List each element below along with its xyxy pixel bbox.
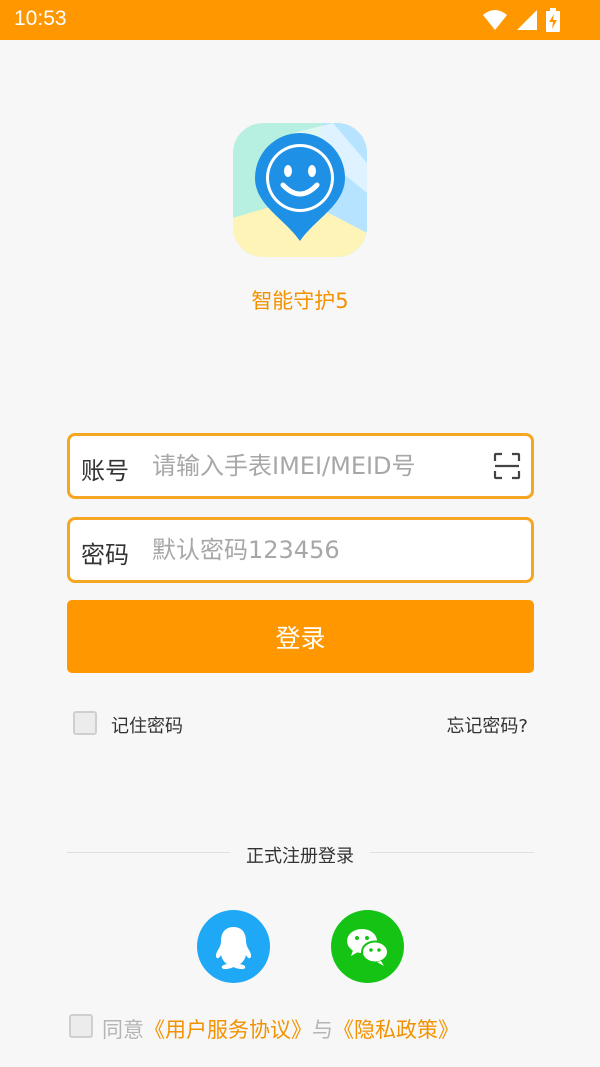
account-field[interactable]: 账号 (67, 433, 534, 499)
password-field[interactable]: 密码 (67, 517, 534, 583)
forgot-password-link[interactable]: 忘记密码? (446, 712, 528, 738)
agree-text: 同意 (102, 1018, 144, 1042)
smiley-map-pin-icon (233, 123, 367, 257)
status-icons (482, 8, 560, 32)
scan-icon[interactable] (493, 452, 521, 480)
status-time: 10:53 (14, 7, 67, 30)
cell-signal-icon (517, 10, 537, 30)
agreement-checkbox[interactable] (69, 1014, 93, 1038)
and-text: 与 (312, 1018, 333, 1042)
privacy-policy-link[interactable]: 《隐私政策》 (333, 1018, 459, 1042)
app-logo (233, 123, 367, 257)
agreement-row: 同意《用户服务协议》与《隐私政策》 (102, 1014, 459, 1044)
account-label: 账号 (81, 457, 129, 485)
login-button[interactable]: 登录 (67, 600, 534, 673)
wifi-icon (483, 10, 507, 30)
register-login-divider-text: 正式注册登录 (246, 846, 354, 867)
status-bar: 10:53 (0, 0, 600, 40)
password-input[interactable] (152, 530, 482, 570)
user-agreement-link[interactable]: 《用户服务协议》 (144, 1018, 312, 1042)
password-label: 密码 (81, 541, 129, 569)
qq-login-button[interactable] (197, 910, 270, 983)
qq-icon (215, 927, 252, 970)
battery-charging-icon (546, 8, 560, 32)
wechat-login-button[interactable] (331, 910, 404, 983)
account-input[interactable] (152, 446, 482, 486)
wechat-icon (347, 929, 389, 966)
divider-right (370, 852, 534, 853)
remember-password-label: 记住密码 (111, 716, 183, 737)
app-name: 智能守护5 (251, 289, 349, 313)
remember-password-checkbox[interactable] (73, 711, 97, 735)
